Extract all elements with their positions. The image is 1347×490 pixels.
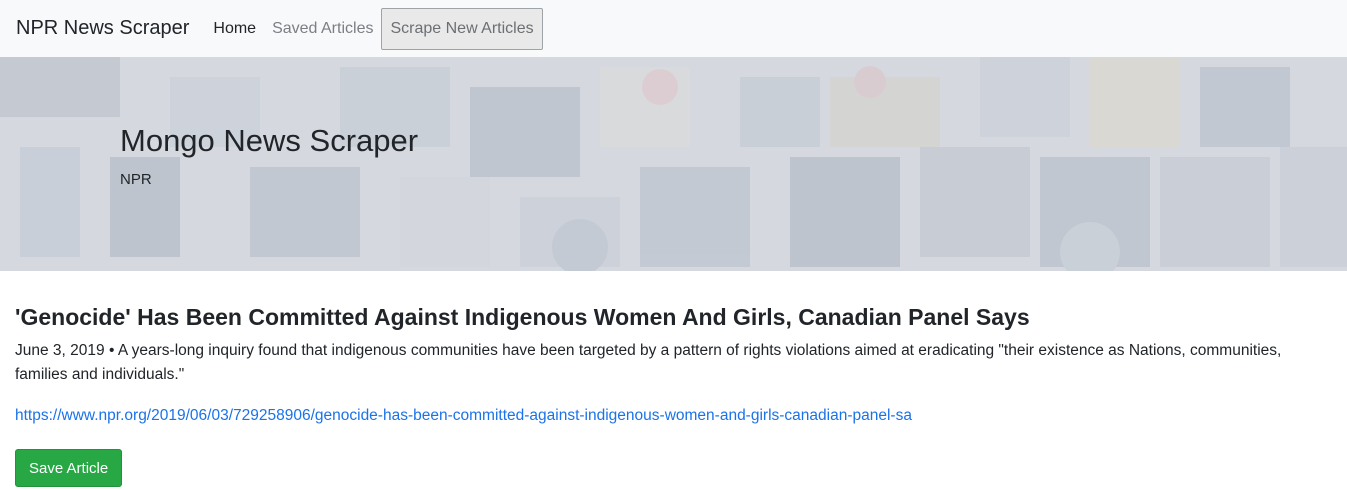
- save-article-button[interactable]: Save Article: [15, 449, 123, 487]
- article-card: 'Genocide' Has Been Committed Against In…: [15, 304, 1335, 487]
- article-date: June 3, 2019: [15, 342, 105, 359]
- nav-home-link[interactable]: Home: [213, 20, 256, 38]
- hero-subtitle: NPR: [120, 171, 152, 188]
- nav-saved-articles-link[interactable]: Saved Articles: [272, 20, 373, 38]
- article-separator: •: [108, 342, 115, 359]
- article-summary: June 3, 2019 • A years-long inquiry foun…: [15, 339, 1335, 387]
- scrape-new-articles-button[interactable]: Scrape New Articles: [381, 7, 543, 50]
- navbar: NPR News Scraper Home Saved Articles Scr…: [0, 0, 1347, 57]
- brand-title[interactable]: NPR News Scraper: [16, 17, 189, 40]
- article-url-link[interactable]: https://www.npr.org/2019/06/03/729258906…: [15, 407, 1335, 425]
- article-summary-text: A years-long inquiry found that indigeno…: [15, 342, 1282, 383]
- hero-title: Mongo News Scraper: [120, 123, 419, 158]
- article-title: 'Genocide' Has Been Committed Against In…: [15, 304, 1030, 330]
- hero-banner: Mongo News Scraper NPR: [0, 57, 1347, 271]
- hero-overlay: [0, 57, 1347, 271]
